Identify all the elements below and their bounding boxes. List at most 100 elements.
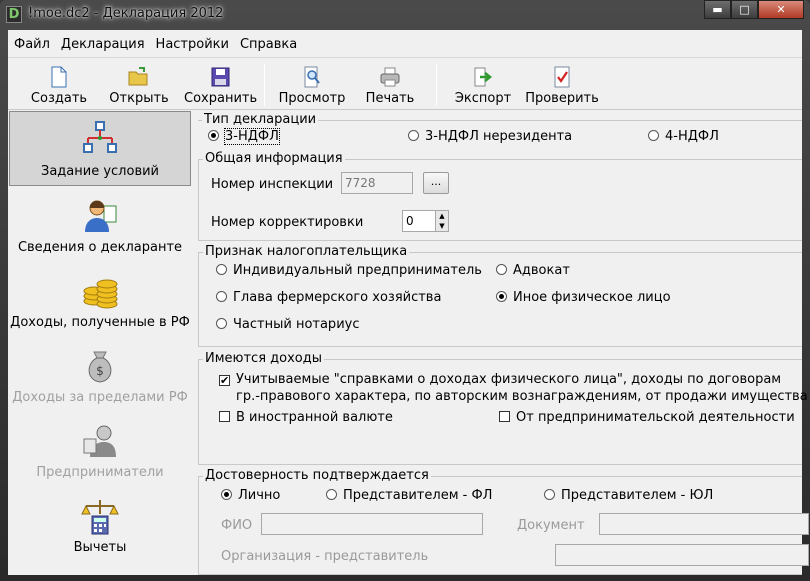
radio-4ndfl[interactable]: 4-НДФЛ	[648, 129, 719, 144]
radio-indicator	[216, 264, 227, 275]
title-bar[interactable]: D !moe.dc2 - Декларация 2012 ▬ □ ✕	[0, 0, 810, 28]
radio-indicator	[216, 318, 227, 329]
menu-settings[interactable]: Настройки	[150, 30, 234, 52]
radio-indicator	[208, 130, 219, 141]
sidebar-label: Доходы за пределами РФ	[12, 390, 188, 405]
group-income: Имеются доходы ✔ Учитываемые "справками о…	[198, 351, 810, 465]
checkbox-indicator	[499, 411, 510, 422]
group-legend: Имеются доходы	[203, 351, 324, 366]
floppy-disk-icon	[211, 67, 230, 87]
money-bag-icon: $	[88, 351, 112, 383]
open-button[interactable]: Открыть	[108, 62, 170, 108]
sidebar: Задание условий Сведения о декларанте До…	[8, 111, 192, 575]
radio-rep-legal[interactable]: Представителем - ЮЛ	[544, 488, 713, 503]
maximize-button[interactable]: □	[731, 0, 758, 19]
checkbox-indicator	[219, 411, 230, 422]
menu-declaration[interactable]: Декларация	[55, 30, 150, 52]
document-label: Документ	[517, 518, 585, 533]
sidebar-item-declarant[interactable]: Сведения о декларанте	[8, 188, 192, 263]
radio-farm-head[interactable]: Глава фермерского хозяйства	[216, 290, 441, 305]
toolbar-separator	[436, 64, 437, 106]
group-legend: Признак налогоплательщика	[203, 244, 410, 259]
check-button[interactable]: Проверить	[524, 62, 600, 108]
radio-notary[interactable]: Частный нотариус	[216, 317, 359, 332]
radio-indicator	[544, 489, 555, 500]
radio-rep-individual[interactable]: Представителем - ФЛ	[326, 488, 492, 503]
radio-label: 3-НДФЛ	[224, 128, 280, 145]
group-general-info: Общая информация Номер инспекции 7728 ..…	[198, 151, 802, 241]
group-legend: Тип декларации	[202, 112, 319, 127]
radio-3ndfl-nonresident[interactable]: 3-НДФЛ нерезидента	[408, 129, 572, 144]
client-area: Файл Декларация Настройки Справка Создать О…	[8, 30, 810, 575]
document-field[interactable]	[599, 513, 809, 535]
create-button[interactable]: Создать	[28, 62, 90, 108]
print-button[interactable]: Печать	[360, 62, 420, 108]
sidebar-item-conditions[interactable]: Задание условий	[9, 111, 191, 186]
check-document-icon	[554, 66, 570, 88]
fio-label: ФИО	[221, 518, 253, 533]
checkbox-label: В иностранной валюте	[236, 410, 393, 425]
radio-indicator	[221, 489, 232, 500]
radio-indicator	[496, 264, 507, 275]
fio-field[interactable]	[261, 513, 483, 535]
radio-indicator	[216, 291, 227, 302]
scales-calculator-icon	[81, 500, 119, 535]
group-legend: Достоверность подтверждается	[203, 468, 431, 483]
radio-indicator	[326, 489, 337, 500]
checkbox-label-continued: гр.-правового характера, по авторским во…	[236, 389, 810, 404]
preview-label: Просмотр	[278, 91, 346, 106]
sidebar-item-entrepreneurs[interactable]: Предприниматели	[8, 413, 192, 488]
radio-label: Глава фермерского хозяйства	[233, 290, 442, 305]
sidebar-item-income-abroad[interactable]: $ Доходы за пределами РФ	[8, 338, 192, 413]
sidebar-label: Доходы, полученные в РФ	[10, 315, 190, 330]
radio-personally[interactable]: Лично	[221, 488, 280, 503]
sidebar-item-income-rf[interactable]: Доходы, полученные в РФ	[8, 263, 192, 338]
spin-down-icon[interactable]: ▼	[436, 221, 448, 231]
minimize-button[interactable]: ▬	[704, 0, 731, 19]
radio-label: Иное физическое лицо	[513, 290, 671, 305]
menu-help[interactable]: Справка	[234, 30, 302, 52]
sidebar-item-deductions[interactable]: Вычеты	[8, 488, 192, 563]
inspection-field[interactable]: 7728	[341, 172, 413, 194]
radio-individual-entrepreneur[interactable]: Индивидуальный предприниматель	[216, 263, 482, 278]
inspection-browse-button[interactable]: ...	[423, 172, 449, 194]
app-icon[interactable]: D	[6, 6, 22, 23]
radio-label: Адвокат	[513, 263, 570, 278]
print-label: Печать	[365, 91, 415, 106]
radio-3ndfl[interactable]: 3-НДФЛ	[208, 128, 280, 145]
export-icon	[474, 67, 493, 87]
person-icon	[85, 200, 117, 232]
main-panel: Тип декларации 3-НДФЛ 3-НДФЛ нерезидента…	[194, 111, 810, 575]
menu-bar: Файл Декларация Настройки Справка	[8, 30, 802, 58]
group-legend: Общая информация	[203, 151, 345, 166]
radio-lawyer[interactable]: Адвокат	[496, 263, 570, 278]
radio-other-individual[interactable]: Иное физическое лицо	[496, 290, 671, 305]
checkbox-certificate-income[interactable]: ✔ Учитываемые "справками о доходах физиче…	[219, 372, 781, 387]
radio-label: 3-НДФЛ нерезидента	[425, 129, 573, 144]
correction-spinner[interactable]: ▲ ▼	[435, 210, 449, 232]
radio-indicator	[408, 130, 419, 141]
checkbox-foreign-currency[interactable]: В иностранной валюте	[219, 410, 393, 425]
radio-label: Представителем - ЮЛ	[561, 488, 714, 503]
org-rep-field[interactable]	[555, 544, 809, 566]
close-button[interactable]: ✕	[758, 0, 804, 19]
menu-file[interactable]: Файл	[8, 30, 55, 52]
structure-diagram-icon	[83, 121, 117, 153]
create-label: Создать	[30, 91, 88, 106]
org-rep-label: Организация - представитель	[221, 549, 429, 564]
correction-field[interactable]: 0	[402, 210, 436, 232]
new-document-icon	[51, 66, 67, 88]
save-button[interactable]: Сохранить	[184, 62, 258, 108]
radio-label: 4-НДФЛ	[665, 129, 719, 144]
preview-button[interactable]: Просмотр	[276, 62, 348, 108]
save-label: Сохранить	[184, 91, 258, 106]
radio-label: Представителем - ФЛ	[343, 488, 493, 503]
inspection-label: Номер инспекции	[211, 177, 334, 192]
correction-label: Номер корректировки	[211, 215, 364, 230]
check-mark-icon: ✔	[219, 374, 230, 387]
check-label: Проверить	[525, 91, 599, 106]
radio-label: Частный нотариус	[233, 317, 360, 332]
export-button[interactable]: Экспорт	[448, 62, 518, 108]
spin-up-icon[interactable]: ▲	[436, 211, 448, 221]
checkbox-business-activity[interactable]: От предпринимательской деятельности	[499, 410, 795, 425]
